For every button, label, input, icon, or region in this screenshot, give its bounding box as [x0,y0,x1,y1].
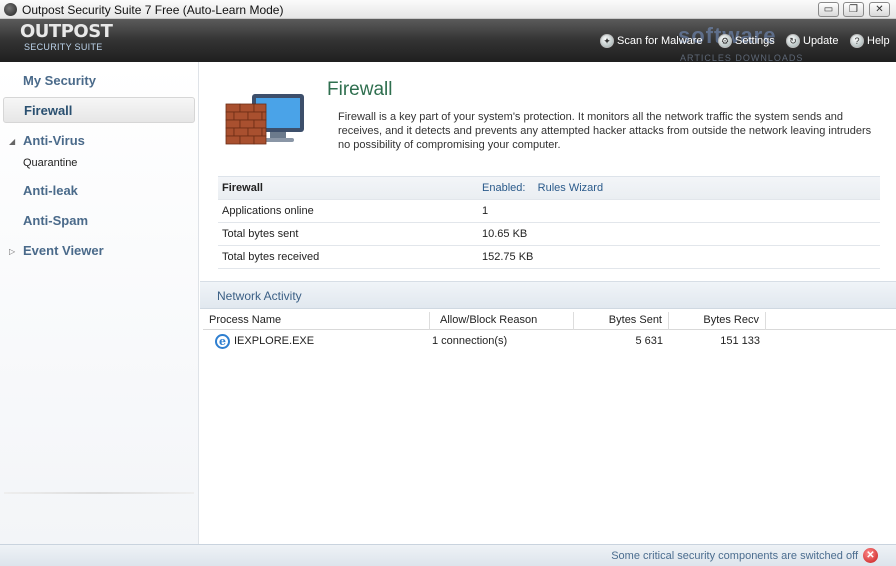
reason-cell: 1 connection(s) [432,335,508,347]
stats-key: Total bytes sent [222,228,299,240]
settings-label: Settings [735,35,775,47]
page-description: Firewall is a key part of your system's … [338,111,872,151]
status-bar: Some critical security components are sw… [0,544,896,566]
window-titlebar: Outpost Security Suite 7 Free (Auto-Lear… [0,0,896,19]
update-button[interactable]: ↻ Update [786,34,838,48]
logo-title: OUTPOST [20,21,113,42]
stats-row: Total bytes received 152.75 KB [218,246,880,269]
sidebar: My Security Firewall ◢ Anti-Virus Quaran… [0,62,199,544]
logo-subtitle: SECURITY SUITE [24,42,103,52]
app-header: OUTPOST SECURITY SUITE software ARTICLES… [0,19,896,63]
sidebar-item-anti-virus[interactable]: Anti-Virus [3,128,195,154]
firewall-icon [225,94,304,145]
stats-value: 10.65 KB [482,228,528,240]
stats-row-firewall: Firewall Enabled: Rules Wizard [218,177,880,200]
sidebar-item-anti-spam[interactable]: Anti-Spam [3,208,195,234]
minimize-button[interactable]: ▭ [818,2,839,17]
sidebar-item-event-viewer[interactable]: Event Viewer [3,238,195,264]
network-activity-header: Network Activity [200,281,896,309]
bytes-sent-cell: 5 631 [635,335,663,347]
stats-value: 152.75 KB [482,251,534,263]
sidebar-item-firewall[interactable]: Firewall [3,97,195,123]
internet-explorer-icon: e [215,333,230,349]
scan-for-malware-button[interactable]: ✦ Scan for Malware [600,34,703,48]
sidebar-divider [4,492,194,494]
stats-value: Enabled: Rules Wizard [482,182,880,194]
stats-value: 1 [482,205,489,217]
column-bytes-sent[interactable]: Bytes Sent [575,312,669,330]
stats-key: Applications online [222,205,314,217]
main-panel: Firewall Firewall is a key part of your … [200,62,896,544]
close-button[interactable]: ✕ [869,2,890,17]
window-title: Outpost Security Suite 7 Free (Auto-Lear… [22,3,284,17]
column-process-name[interactable]: Process Name [203,312,430,330]
help-icon: ? [850,34,864,48]
update-icon: ↻ [786,34,800,48]
update-label: Update [803,35,839,47]
outpost-logo: OUTPOST SECURITY SUITE [20,21,113,53]
maximize-button[interactable]: ❐ [843,2,864,17]
status-message[interactable]: Some critical security components are sw… [611,550,858,562]
process-name: IEXPLORE.EXE [234,335,315,347]
settings-button[interactable]: ⚙ Settings [718,34,775,48]
help-label: Help [867,35,890,47]
firewall-stats-table: Firewall Enabled: Rules Wizard Applicati… [218,176,880,269]
rules-wizard-link[interactable]: Rules Wizard [538,182,603,194]
stats-row: Total bytes sent 10.65 KB [218,223,880,246]
scan-label: Scan for Malware [617,35,703,47]
firewall-enabled-link[interactable]: Enabled: [482,182,525,194]
sidebar-item-quarantine[interactable]: Quarantine [23,157,77,169]
stats-key: Firewall [222,182,263,194]
network-activity-title: Network Activity [217,289,302,303]
app-icon [4,3,17,16]
network-table-header: Process Name Allow/Block Reason Bytes Se… [203,312,896,330]
page-title: Firewall [327,79,393,100]
bytes-recv-cell: 151 133 [720,335,760,347]
sidebar-item-my-security[interactable]: My Security [3,68,195,94]
help-button[interactable]: ? Help [850,34,890,48]
column-allow-block-reason[interactable]: Allow/Block Reason [434,312,574,330]
process-cell: e IEXPLORE.EXE [209,331,429,351]
sidebar-item-anti-leak[interactable]: Anti-leak [3,178,195,204]
stats-key: Total bytes received [222,251,320,263]
stats-row: Applications online 1 [218,200,880,223]
warning-icon[interactable]: ✕ [863,548,878,563]
table-row[interactable]: e IEXPLORE.EXE 1 connection(s) 5 631 151 … [203,331,896,351]
column-bytes-recv[interactable]: Bytes Recv [670,312,766,330]
settings-icon: ⚙ [718,34,732,48]
scan-icon: ✦ [600,34,614,48]
